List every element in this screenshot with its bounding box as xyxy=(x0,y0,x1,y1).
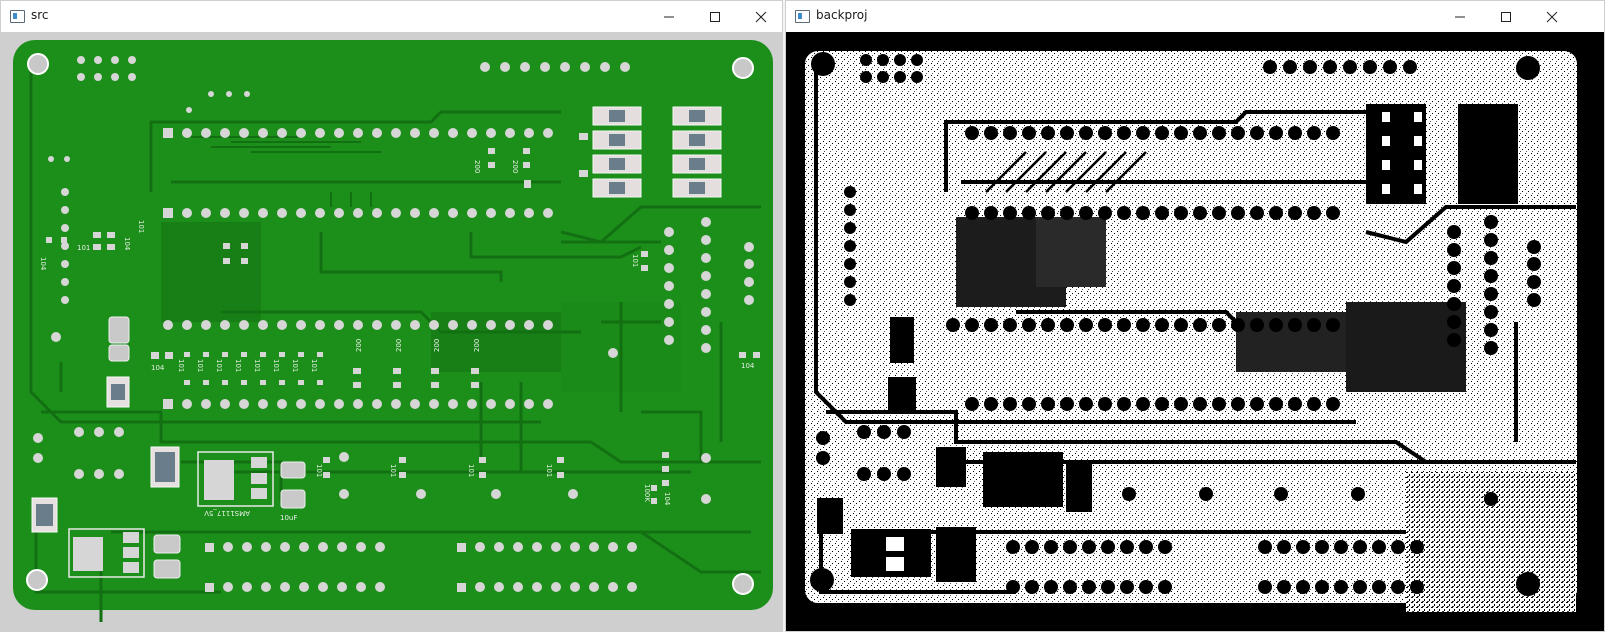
silk-vert2: 200 xyxy=(473,160,481,173)
src-window[interactable]: src 104 104 200 200 101 101 101 101 101 … xyxy=(0,0,783,632)
silk-cap-r2: 101 xyxy=(389,464,397,477)
silk-cap2: 104 xyxy=(123,237,131,251)
minimize-icon xyxy=(1455,16,1465,18)
pcb-photo: 104 104 200 200 101 101 101 101 101 101 … xyxy=(13,40,773,622)
silk-res200-0: 200 xyxy=(355,339,363,352)
window-title: src xyxy=(31,8,49,22)
maximize-icon xyxy=(1501,12,1511,22)
silk-vert1: 101 xyxy=(137,220,145,233)
close-icon xyxy=(1546,11,1558,23)
silk-res-5: 101 xyxy=(272,359,280,372)
minimize-button[interactable] xyxy=(646,1,692,32)
silk-reg: AMS1117_5V xyxy=(204,509,250,517)
silk-res-6: 101 xyxy=(291,359,299,372)
maximize-button[interactable] xyxy=(692,1,738,32)
silk-cap-r4: 101 xyxy=(545,464,553,477)
close-button[interactable] xyxy=(1529,1,1575,32)
maximize-button[interactable] xyxy=(1483,1,1529,32)
silk-side-cap: 104 xyxy=(741,362,755,370)
minimize-button[interactable] xyxy=(1437,1,1483,32)
silk-res-2: 101 xyxy=(215,359,223,372)
silk-side-cap2: 101 xyxy=(631,254,639,267)
silk-vert3: 200 xyxy=(511,160,519,173)
silk-res-4: 101 xyxy=(253,359,261,372)
backproj-titlebar[interactable]: backproj xyxy=(786,1,1604,32)
src-image-canvas: 104 104 200 200 101 101 101 101 101 101 … xyxy=(1,32,782,631)
silk-cap1: 104 xyxy=(39,257,47,271)
silk-res200-3: 200 xyxy=(473,339,481,352)
silk-cap-r3: 101 xyxy=(467,464,475,477)
close-icon xyxy=(755,11,767,23)
silk-res-7: 101 xyxy=(310,359,318,372)
app-icon xyxy=(795,10,810,23)
minimize-icon xyxy=(664,16,674,18)
window-title: backproj xyxy=(816,8,868,22)
backprojection-image xyxy=(787,33,1595,621)
app-icon xyxy=(10,10,25,23)
src-titlebar[interactable]: src xyxy=(1,1,782,32)
silk-cap3: 101 xyxy=(77,244,90,252)
close-button[interactable] xyxy=(738,1,782,32)
silk-res200-1: 200 xyxy=(395,339,403,352)
silk-res-k: 100K xyxy=(643,484,651,502)
silk-res200-2: 200 xyxy=(433,339,441,352)
silk-res-1: 101 xyxy=(196,359,204,372)
silk-res-3: 101 xyxy=(234,359,242,372)
silk-cap4: 104 xyxy=(151,364,165,372)
silk-res-0: 101 xyxy=(177,359,185,372)
silk-cap-m: 104 xyxy=(663,492,671,506)
backproj-image-canvas xyxy=(786,32,1604,631)
maximize-icon xyxy=(710,12,720,22)
backproj-window[interactable]: backproj xyxy=(785,0,1605,632)
silk-10uf: 10uF xyxy=(280,514,297,522)
silk-cap-r1: 101 xyxy=(315,464,323,477)
